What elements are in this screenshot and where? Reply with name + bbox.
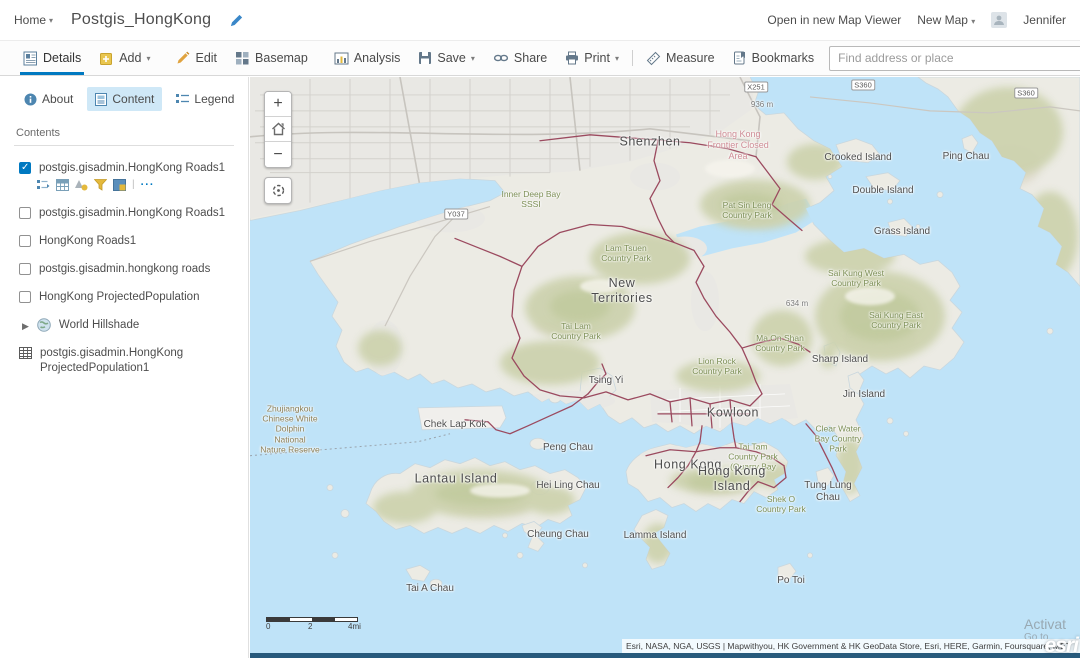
- chevron-down-icon: ▾: [615, 54, 619, 63]
- print-button[interactable]: Print▾: [556, 41, 628, 75]
- map-canvas[interactable]: ShenzhenHong Kong Frontier Closed Area93…: [250, 77, 1080, 658]
- layer-row[interactable]: HongKong Roads1: [0, 225, 248, 253]
- layer-row-table[interactable]: postgis.gisadmin.HongKong ProjectedPopul…: [0, 337, 248, 380]
- home-menu[interactable]: Home▾: [14, 13, 53, 27]
- show-table-icon[interactable]: [56, 179, 69, 191]
- add-button[interactable]: Add▾: [90, 41, 159, 75]
- zoom-in-button[interactable]: +: [265, 92, 291, 117]
- analysis-icon: [334, 51, 349, 66]
- basemap-button[interactable]: Basemap: [226, 41, 317, 75]
- more-options-button[interactable]: ···: [141, 179, 155, 191]
- filter-icon[interactable]: [94, 179, 107, 191]
- chevron-down-icon: ▾: [49, 16, 53, 25]
- zoom-controls: + −: [264, 91, 292, 168]
- divider: |: [132, 179, 135, 190]
- chevron-down-icon: ▾: [146, 54, 150, 63]
- save-icon: [418, 51, 432, 65]
- analysis-button[interactable]: Analysis: [325, 41, 410, 75]
- arcgis-map-viewer: Home▾ Postgis_HongKong Open in new Map V…: [0, 0, 1080, 658]
- measure-button[interactable]: Measure: [637, 41, 724, 75]
- layer-row[interactable]: HongKong ProjectedPopulation: [0, 281, 248, 309]
- map-attribution: Esri, NASA, NGA, USGS | Mapwithyou, HK G…: [622, 639, 1080, 653]
- layer-row-world-hillshade[interactable]: ▶ World Hillshade: [0, 309, 248, 337]
- details-button[interactable]: Details: [14, 41, 90, 75]
- layer-list: postgis.gisadmin.HongKong Roads1: [0, 146, 248, 380]
- scale-bar: 0 2 4mi: [266, 617, 358, 632]
- layer-row[interactable]: postgis.gisadmin.HongKong Roads1: [0, 197, 248, 225]
- layer-checkbox[interactable]: [19, 263, 31, 275]
- tab-legend[interactable]: Legend: [168, 87, 242, 111]
- bottom-strip: [250, 653, 1080, 658]
- bookmarks-icon: [733, 51, 747, 65]
- header: Home▾ Postgis_HongKong Open in new Map V…: [0, 0, 1080, 40]
- save-button[interactable]: Save▾: [409, 41, 484, 75]
- globe-icon: [37, 318, 51, 332]
- locate-crosshair-icon: [270, 182, 287, 199]
- home-icon: [271, 122, 286, 136]
- add-layer-icon: [99, 51, 114, 66]
- divider: [632, 50, 633, 66]
- layer-tools: | ···: [0, 176, 248, 197]
- user-menu[interactable]: Jennifer: [1023, 13, 1066, 27]
- perform-analysis-icon[interactable]: [113, 179, 126, 191]
- change-style-icon[interactable]: [75, 179, 88, 191]
- layer-checkbox[interactable]: [19, 291, 31, 303]
- layer-row[interactable]: postgis.gisadmin.HongKong Roads1: [0, 152, 248, 176]
- legend-list-icon: [176, 93, 189, 105]
- locate-button[interactable]: [264, 177, 292, 204]
- tab-about[interactable]: About: [16, 87, 81, 111]
- edit-pencil-icon: [176, 51, 190, 65]
- about-info-icon: [24, 93, 37, 106]
- esri-logo: esri: [1045, 634, 1078, 658]
- layer-checkbox[interactable]: [19, 207, 31, 219]
- open-new-map-viewer-link[interactable]: Open in new Map Viewer: [767, 13, 901, 27]
- content-icon: [95, 93, 107, 106]
- chevron-down-icon: ▾: [971, 17, 975, 26]
- expand-arrow-icon[interactable]: ▶: [22, 321, 29, 332]
- layer-checkbox[interactable]: [19, 235, 31, 247]
- search-input[interactable]: [829, 46, 1080, 71]
- toolbar: Details Add▾ Edit Basemap Analysis: [0, 40, 1080, 76]
- details-icon: [23, 51, 38, 66]
- edit-title-icon[interactable]: [229, 13, 244, 28]
- new-map-menu[interactable]: New Map ▾: [917, 13, 975, 27]
- tab-content[interactable]: Content: [87, 87, 162, 111]
- bookmarks-button[interactable]: Bookmarks: [724, 41, 824, 75]
- layer-checkbox[interactable]: [19, 162, 31, 174]
- measure-icon: [646, 51, 661, 66]
- page-title: Postgis_HongKong: [71, 11, 211, 29]
- zoom-out-button[interactable]: −: [265, 142, 291, 167]
- edit-button[interactable]: Edit: [167, 41, 226, 75]
- show-legend-icon[interactable]: [37, 179, 50, 191]
- basemap-grid-icon: [235, 51, 250, 66]
- chevron-down-icon: ▾: [471, 54, 475, 63]
- table-grid-icon: [19, 347, 32, 359]
- home-extent-button[interactable]: [265, 117, 291, 142]
- layer-row[interactable]: postgis.gisadmin.hongkong roads: [0, 253, 248, 281]
- basemap: [250, 77, 1080, 658]
- share-link-icon: [493, 52, 509, 64]
- sidebar: About Content Legend ◄ Contents postgis: [0, 77, 249, 658]
- avatar: [991, 12, 1007, 28]
- share-button[interactable]: Share: [484, 41, 556, 75]
- contents-heading: Contents: [0, 119, 248, 145]
- print-icon: [565, 51, 579, 65]
